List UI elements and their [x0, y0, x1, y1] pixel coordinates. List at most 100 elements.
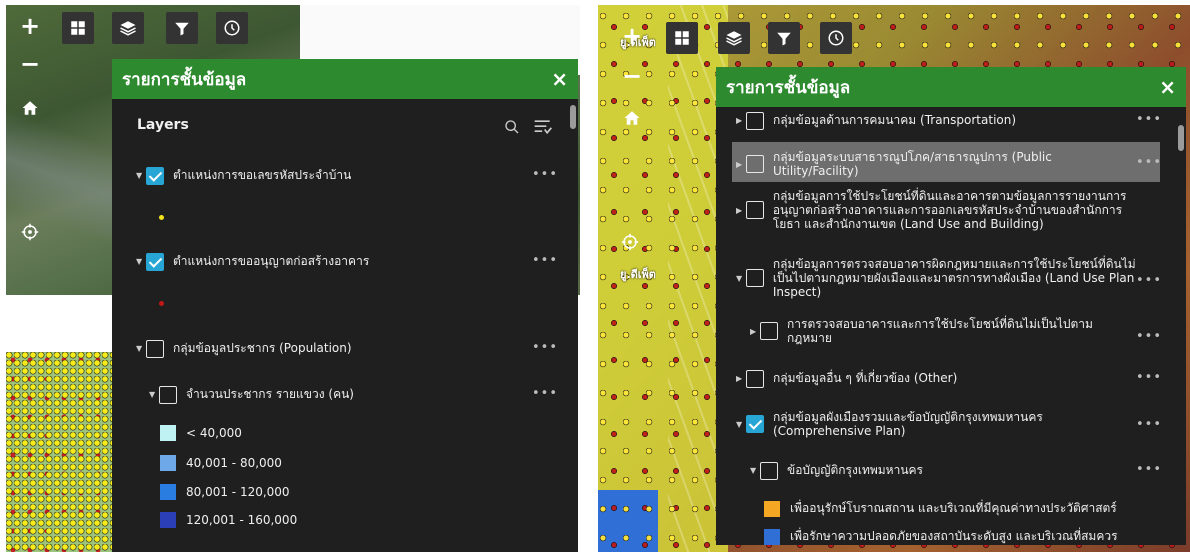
layer-checkbox[interactable]: [746, 155, 764, 173]
caret-down-icon[interactable]: ▼: [736, 420, 746, 429]
basemap-gallery-button[interactable]: [62, 12, 94, 44]
more-options-icon[interactable]: •••: [532, 340, 558, 355]
point-symbol-yellow: [159, 215, 164, 220]
layers-icon: [120, 21, 136, 36]
locate-button[interactable]: [14, 216, 46, 248]
legend-swatch: [764, 500, 780, 517]
filter-button[interactable]: [166, 12, 198, 44]
legend-item: เพื่ออนุรักษ์โบราณสถาน และบริเวณที่มีคุณ…: [764, 499, 1117, 518]
right-screenshot: ยู.ดีเพ็ต ยู.ดีเพ็ต + − รายการชั้นข้อมูล…: [598, 0, 1190, 552]
layer-label: กลุ่มข้อมูลอื่น ๆ ที่เกี่ยวข้อง (Other): [773, 371, 958, 385]
history-button[interactable]: [820, 22, 852, 54]
caret-right-icon[interactable]: ▶: [736, 374, 746, 383]
legend-swatch: [160, 484, 176, 500]
caret-down-icon[interactable]: ▼: [136, 257, 146, 266]
history-button[interactable]: [216, 12, 248, 44]
home-icon: [624, 111, 640, 125]
more-options-icon[interactable]: •••: [1136, 155, 1162, 170]
layer-checkbox[interactable]: [146, 339, 164, 358]
caret-right-icon[interactable]: ▶: [736, 206, 746, 215]
layer-item[interactable]: ▼ ข้อบัญญัติกรุงเทพมหานคร: [750, 461, 923, 480]
layer-item[interactable]: ▶ กลุ่มข้อมูลการใช้ประโยชน์ที่ดินและอาคา…: [736, 189, 1136, 231]
layer-item[interactable]: ▶ กลุ่มข้อมูลด้านการคมนาคม (Transportati…: [736, 111, 1016, 130]
caret-down-icon[interactable]: ▼: [149, 390, 159, 399]
close-icon[interactable]: ×: [1159, 75, 1176, 99]
caret-down-icon[interactable]: ▼: [136, 344, 146, 353]
layer-item[interactable]: ▼ กลุ่มข้อมูลการตรวจสอบอาคารผิดกฎหมายและ…: [736, 257, 1136, 299]
more-options-icon[interactable]: •••: [532, 253, 558, 268]
layer-item[interactable]: ▶ กลุ่มข้อมูลระบบสาธารณูปโภค/สาธารณูปการ…: [736, 150, 1136, 178]
clock-icon: [828, 30, 844, 46]
home-button[interactable]: [14, 92, 46, 124]
zoom-out-button[interactable]: −: [14, 48, 46, 80]
caret-down-icon[interactable]: ▼: [736, 274, 746, 283]
grid-icon: [675, 31, 689, 45]
legend-item: 120,001 - 160,000: [160, 512, 297, 528]
caret-right-icon[interactable]: ▶: [736, 116, 746, 125]
search-icon[interactable]: [504, 119, 520, 135]
filter-icon: [175, 22, 189, 36]
layer-checkbox[interactable]: [746, 111, 764, 130]
panel-title: รายการชั้นข้อมูล: [726, 77, 851, 98]
layer-item[interactable]: ▼ ตำแหน่งการขอเลขรหัสประจำบ้าน: [136, 166, 351, 185]
layer-item[interactable]: ▼ จำนวนประชากร รายแขวง (คน): [149, 385, 354, 404]
caret-down-icon[interactable]: ▼: [136, 171, 146, 180]
legend-swatch: [160, 512, 176, 528]
zoom-in-button[interactable]: +: [14, 10, 46, 42]
caret-down-icon[interactable]: ▼: [750, 466, 760, 475]
layer-checkbox[interactable]: [146, 252, 164, 271]
legend-label: 80,001 - 120,000: [186, 485, 290, 499]
scrollbar[interactable]: [570, 105, 576, 129]
legend-swatch: [160, 455, 176, 471]
panel-header: รายการชั้นข้อมูล ×: [112, 59, 578, 99]
zoom-out-button[interactable]: −: [616, 60, 648, 92]
layer-item[interactable]: ▶ การตรวจสอบอาคารและการใช้ประโยชน์ที่ดิน…: [750, 317, 1130, 345]
more-options-icon[interactable]: •••: [1136, 329, 1162, 344]
more-options-icon[interactable]: •••: [532, 386, 558, 401]
more-options-icon[interactable]: •••: [1136, 273, 1162, 288]
caret-right-icon[interactable]: ▶: [736, 160, 746, 169]
layer-label: กลุ่มข้อมูลการตรวจสอบอาคารผิดกฎหมายและกา…: [772, 257, 1136, 299]
filter-list-icon[interactable]: [532, 117, 554, 137]
layer-checkbox[interactable]: [746, 369, 764, 388]
layer-item[interactable]: ▶ กลุ่มข้อมูลอื่น ๆ ที่เกี่ยวข้อง (Other…: [736, 369, 957, 388]
more-options-icon[interactable]: •••: [1136, 462, 1162, 477]
layer-item[interactable]: ▼ กลุ่มข้อมูลผังเมืองรวมและข้อบัญญัติกรุ…: [736, 410, 1136, 438]
more-options-icon[interactable]: •••: [1136, 417, 1162, 432]
zoom-in-button[interactable]: +: [616, 20, 648, 52]
layer-checkbox[interactable]: [146, 166, 164, 185]
legend-label: เพื่อรักษาความปลอดภัยของสถาบันระดับสูง แ…: [790, 529, 1118, 543]
close-icon[interactable]: ×: [551, 67, 568, 91]
layer-list-button[interactable]: [718, 22, 750, 54]
scrollbar[interactable]: [1178, 125, 1184, 151]
basemap-gallery-button[interactable]: [666, 22, 698, 54]
layer-checkbox[interactable]: [746, 415, 764, 433]
home-button[interactable]: [616, 102, 648, 134]
layer-label: การตรวจสอบอาคารและการใช้ประโยชน์ที่ดินไม…: [787, 317, 1093, 345]
locate-button[interactable]: [614, 226, 646, 258]
layer-item[interactable]: ▼ ตำแหน่งการขออนุญาตก่อสร้างอาคาร: [136, 252, 369, 271]
map-point-cluster[interactable]: [6, 352, 116, 552]
more-options-icon[interactable]: •••: [1136, 112, 1162, 127]
layer-list-button[interactable]: [112, 12, 144, 44]
layer-checkbox[interactable]: [760, 322, 778, 340]
layer-item[interactable]: ▼ กลุ่มข้อมูลประชากร (Population): [136, 339, 352, 358]
grid-icon: [71, 21, 85, 35]
map-place-label: ยู.ดีเพ็ต: [620, 268, 656, 281]
layer-label: ตำแหน่งการขออนุญาตก่อสร้างอาคาร: [173, 254, 370, 268]
more-options-icon[interactable]: •••: [532, 167, 558, 182]
layer-label: กลุ่มข้อมูลระบบสาธารณูปโภค/สาธารณูปการ (…: [773, 150, 1052, 178]
layer-label: ข้อบัญญัติกรุงเทพมหานคร: [787, 463, 923, 477]
legend-swatch: [764, 528, 780, 545]
layer-checkbox[interactable]: [745, 201, 764, 219]
layer-checkbox[interactable]: [760, 461, 778, 480]
crosshair-icon: [21, 223, 39, 241]
more-options-icon[interactable]: •••: [1136, 370, 1162, 385]
legend-label: 120,001 - 160,000: [186, 513, 298, 527]
caret-right-icon[interactable]: ▶: [750, 327, 760, 336]
legend-item: เพื่อรักษาความปลอดภัยของสถาบันระดับสูง แ…: [764, 527, 1118, 545]
legend-swatch: [160, 425, 176, 441]
layer-checkbox[interactable]: [159, 385, 177, 404]
filter-button[interactable]: [768, 22, 800, 54]
layer-checkbox[interactable]: [745, 269, 764, 287]
